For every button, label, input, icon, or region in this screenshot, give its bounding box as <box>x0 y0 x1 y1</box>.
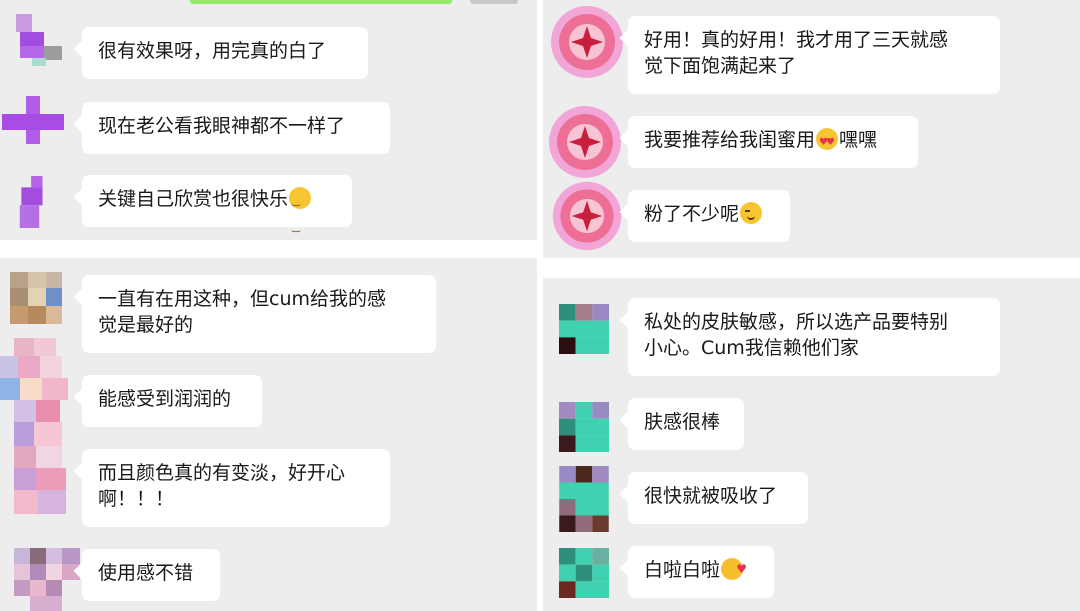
message-bubble: 粉了不少呢 <box>628 190 790 242</box>
message-text-line: 啊！！！ <box>98 488 175 510</box>
message-text: 很快就被吸收了 <box>644 485 778 507</box>
chat-panel-bottom-right: 私处的皮肤敏感，所以选产品要特别 小心。Cum我信赖他们家 肤感很棒 很快就被吸… <box>543 278 1080 611</box>
message-text: 我要推荐给我闺蜜用 <box>644 129 816 151</box>
relieved-face-icon <box>289 187 312 240</box>
flower-avatar-icon[interactable] <box>545 102 625 182</box>
message-text-line: 小心。Cum我信赖他们家 <box>644 337 859 359</box>
winking-face-icon <box>740 202 763 224</box>
message-bubble: 好用！真的好用！我才用了三天就感 觉下面饱满起来了 <box>628 16 1000 94</box>
sent-avatar-edge <box>470 0 518 4</box>
message-bubble: 很有效果呀，用完真的白了 <box>82 27 368 79</box>
message-text-line: 觉下面饱满起来了 <box>644 55 797 77</box>
message-bubble: 现在老公看我眼神都不一样了 <box>82 102 390 154</box>
message-bubble: 白啦白啦 <box>628 546 774 598</box>
chat-panel-top-right: 好用！真的好用！我才用了三天就感 觉下面饱满起来了 我要推荐给我闺蜜用 嘿嘿 粉了… <box>543 0 1080 258</box>
message-text: 关键自己欣赏也很快乐 <box>98 188 289 210</box>
message-text: 很有效果呀，用完真的白了 <box>98 40 327 62</box>
message-bubble: 肤感很棒 <box>628 398 744 450</box>
avatar-pixelated[interactable] <box>10 14 62 66</box>
avatar-pixelated[interactable] <box>559 402 609 452</box>
sent-bubble-edge <box>190 0 452 4</box>
chat-panel-top-left: 很有效果呀，用完真的白了 现在老公看我眼神都不一样了 关键自己欣赏也很快乐 <box>0 0 537 240</box>
message-text-line: 而且颜色真的有变淡，好开心 <box>98 462 346 484</box>
message-text-line: 觉是最好的 <box>98 314 194 336</box>
flower-avatar-icon[interactable] <box>547 2 627 82</box>
chat-panel-bottom-left: 一直有在用这种，但cum给我的感 觉是最好的 能感受到润润的 而且颜色真的有变淡… <box>0 258 537 611</box>
message-text-suffix: 嘿嘿 <box>839 129 878 151</box>
message-bubble: 而且颜色真的有变淡，好开心 啊！！！ <box>82 449 390 527</box>
message-text-line: 私处的皮肤敏感，所以选产品要特别 <box>644 311 949 333</box>
message-bubble: 很快就被吸收了 <box>628 472 808 524</box>
avatar-pixelated[interactable] <box>559 304 609 354</box>
message-text: 肤感很棒 <box>644 411 721 433</box>
message-text-line: 一直有在用这种，但cum给我的感 <box>98 288 386 310</box>
message-bubble: 私处的皮肤敏感，所以选产品要特别 小心。Cum我信赖他们家 <box>628 298 1000 376</box>
kissing-heart-face-icon <box>721 556 747 582</box>
message-bubble: 使用感不错 <box>82 549 220 601</box>
avatar-pixelated[interactable] <box>559 466 609 532</box>
avatar-pixelated[interactable] <box>10 272 62 324</box>
avatar-pixelated[interactable] <box>559 548 609 598</box>
avatar-pixelated[interactable] <box>10 176 62 228</box>
message-bubble: 一直有在用这种，但cum给我的感 觉是最好的 <box>82 275 436 353</box>
message-text: 现在老公看我眼神都不一样了 <box>98 115 346 137</box>
message-bubble: 我要推荐给我闺蜜用 嘿嘿 <box>628 116 918 168</box>
avatar-pixelated[interactable] <box>2 96 64 148</box>
avatar-pixelated[interactable] <box>0 338 74 538</box>
message-text: 使用感不错 <box>98 562 194 584</box>
message-text: 白啦白啦 <box>644 559 721 581</box>
flower-avatar-icon[interactable] <box>549 178 625 254</box>
message-text-line: 好用！真的好用！我才用了三天就感 <box>644 29 949 51</box>
message-bubble: 关键自己欣赏也很快乐 <box>82 175 352 240</box>
avatar-pixelated[interactable] <box>14 548 80 611</box>
message-text: 粉了不少呢 <box>644 203 740 225</box>
message-text: 能感受到润润的 <box>98 388 232 410</box>
message-bubble: 能感受到润润的 <box>82 375 262 427</box>
heart-eyes-face-icon <box>816 128 839 156</box>
